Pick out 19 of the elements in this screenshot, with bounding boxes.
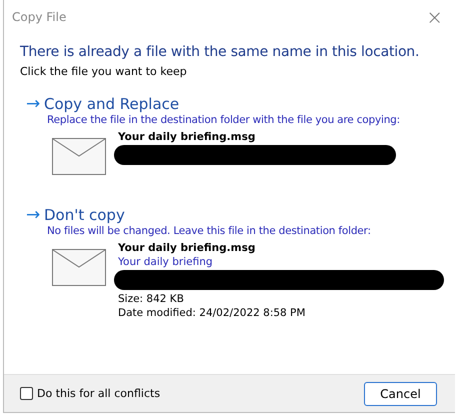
close-button[interactable]: ×: [426, 5, 443, 29]
arrow-icon: →: [26, 205, 44, 225]
dialog-heading: There is already a file with the same name in this location.: [20, 44, 420, 60]
option-link[interactable]: Don't copy: [44, 206, 125, 224]
file-name: Your daily briefing.msg: [118, 241, 256, 255]
option-link[interactable]: Copy and Replace: [44, 95, 180, 113]
file-size: Size: 842 KB: [118, 292, 185, 306]
window-title: Copy File: [12, 10, 66, 24]
instruction-text: Click the file you want to keep: [20, 65, 188, 78]
envelope-icon: [52, 138, 106, 175]
envelope-icon: [52, 249, 106, 286]
file-name: Your daily briefing.msg: [118, 130, 256, 144]
option-description: No files will be changed. Leave this file in the destination folder:: [47, 225, 372, 237]
file-subtitle: Your daily briefing: [118, 255, 214, 269]
option-description: Replace the file in the destination folder with the file you are copying:: [47, 114, 401, 126]
conflicts-checkbox[interactable]: Do this for all conflicts: [20, 387, 160, 400]
arrow-icon: →: [26, 94, 44, 114]
cancel-button[interactable]: Cancel: [364, 382, 437, 406]
file-date: Date modified: 24/02/2022 8:58 PM: [118, 306, 306, 320]
